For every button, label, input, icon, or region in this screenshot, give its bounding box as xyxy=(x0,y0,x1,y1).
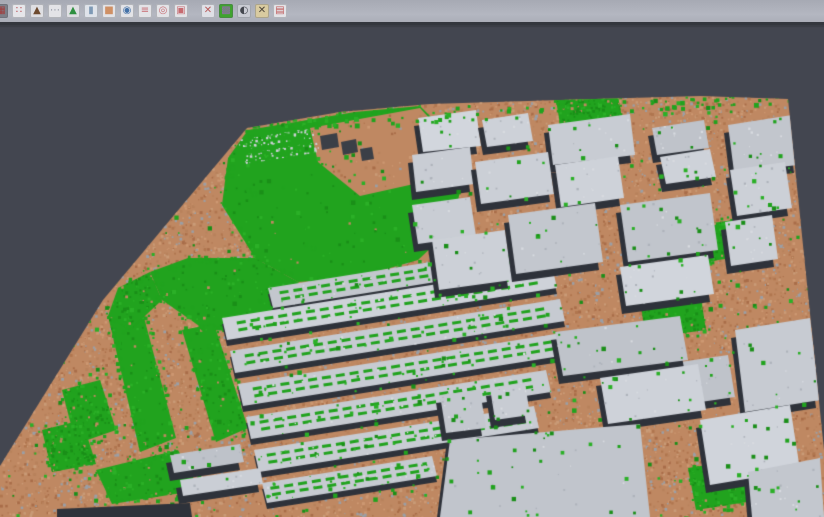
classify-points-icon[interactable]: ▩ xyxy=(219,4,233,18)
measure-lines-icon[interactable]: ≡ xyxy=(138,4,152,18)
orthomosaic-icon[interactable]: ■ xyxy=(102,4,116,18)
profile-view-icon[interactable]: ▮ xyxy=(84,4,98,18)
point-cloud-scene[interactable] xyxy=(0,25,824,517)
application-window: ▦ ∷ ▲ ⋯ ▲ ▮ ■ ◉ ≡ ◎ ▣ ✕ ▩ ◐ ✕ ▤ xyxy=(0,0,824,517)
terrain-icon[interactable]: ▲ xyxy=(30,4,44,18)
navigation-globe-icon[interactable]: ◉ xyxy=(120,4,134,18)
flags-icon[interactable]: ▤ xyxy=(273,4,287,18)
viewport-3d[interactable] xyxy=(0,25,824,517)
toolbar: ▦ ∷ ▲ ⋯ ▲ ▮ ■ ◉ ≡ ◎ ▣ ✕ ▩ ◐ ✕ ▤ xyxy=(0,0,824,25)
dem-terrain-icon[interactable]: ▲ xyxy=(66,4,80,18)
markers-icon[interactable]: ✕ xyxy=(255,4,269,18)
mesh-model-icon[interactable]: ▦ xyxy=(0,4,8,18)
rotate-object-icon[interactable]: ◎ xyxy=(156,4,170,18)
region-bounds-icon[interactable]: ▣ xyxy=(174,4,188,18)
point-cloud-icon[interactable]: ∷ xyxy=(12,4,26,18)
camera-view-icon[interactable]: ◐ xyxy=(237,4,251,18)
sparse-cloud-icon[interactable]: ⋯ xyxy=(48,4,62,18)
reset-region-icon[interactable]: ✕ xyxy=(201,4,215,18)
